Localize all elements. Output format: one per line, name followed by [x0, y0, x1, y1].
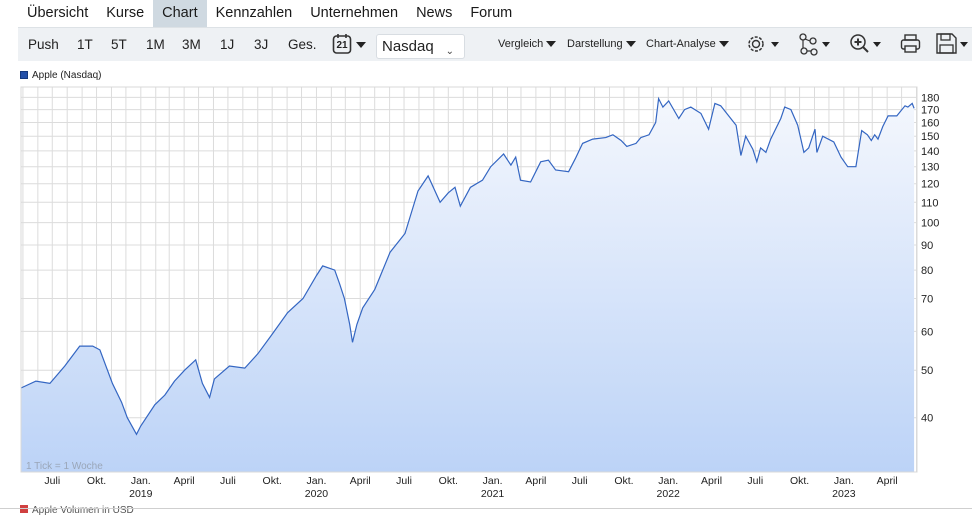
- volume-legend: Apple Volumen in USD: [20, 505, 134, 516]
- x-tick-label: Juli: [396, 475, 412, 487]
- y-tick-label: 150: [921, 131, 939, 143]
- y-tick-label: 120: [921, 179, 939, 191]
- x-tick-label: April: [701, 475, 722, 487]
- x-tick-label: Okt.: [790, 475, 809, 487]
- x-tick-label: April: [877, 475, 898, 487]
- x-tick-label: Juli: [220, 475, 236, 487]
- y-axis: 40 50 60 70 80 90 100 110 120 130 140 150 160170180: [921, 92, 939, 424]
- x-tick-label: Juli: [572, 475, 588, 487]
- volume-color-swatch: [20, 505, 28, 513]
- x-tick-label: April: [350, 475, 371, 487]
- divider: [0, 508, 972, 509]
- x-year-label: 2022: [657, 488, 681, 500]
- x-tick-label: Jan.: [834, 475, 854, 487]
- y-tick-label: 60: [921, 326, 933, 338]
- tick-note: 1 Tick = 1 Woche: [26, 461, 103, 472]
- y-tick-label: 90: [921, 240, 933, 252]
- y-tick-label: 180: [921, 92, 939, 104]
- x-tick-label: Jan.: [131, 475, 151, 487]
- x-year-label: 2019: [129, 488, 153, 500]
- price-area: [21, 98, 915, 472]
- x-year-label: 2021: [481, 488, 505, 500]
- y-tick-label: 140: [921, 146, 939, 158]
- x-tick-label: Jan.: [483, 475, 503, 487]
- x-tick-label: Juli: [747, 475, 763, 487]
- x-tick-label: Okt.: [87, 475, 106, 487]
- x-tick-label: Juli: [44, 475, 60, 487]
- x-tick-label: April: [174, 475, 195, 487]
- y-tick-label: 130: [921, 162, 939, 174]
- x-tick-label: Okt.: [263, 475, 282, 487]
- y-tick-label: 70: [921, 294, 933, 306]
- y-tick-label: 50: [921, 365, 933, 377]
- x-tick-label: Jan.: [307, 475, 327, 487]
- x-axis: Juli Okt. Jan.2019April Juli Okt. Jan.2020Apr…: [44, 475, 897, 500]
- x-tick-label: Okt.: [614, 475, 633, 487]
- y-tick-label: 110: [921, 197, 939, 209]
- y-tick-label: 40: [921, 413, 933, 425]
- y-tick-label: 80: [921, 265, 933, 277]
- price-chart[interactable]: 1 Tick = 1 Woche 40 50 60 70 80 90 100 110 120 13…: [0, 0, 972, 505]
- x-year-label: 2023: [832, 488, 856, 500]
- x-tick-label: April: [525, 475, 546, 487]
- y-tick-label: 160: [921, 117, 939, 129]
- y-tick-label: 100: [921, 218, 939, 230]
- x-year-label: 2020: [305, 488, 329, 500]
- legend-volume-label: Apple Volumen in USD: [32, 505, 134, 516]
- x-tick-label: Okt.: [439, 475, 458, 487]
- x-tick-label: Jan.: [658, 475, 678, 487]
- y-tick-label: 170: [921, 105, 939, 117]
